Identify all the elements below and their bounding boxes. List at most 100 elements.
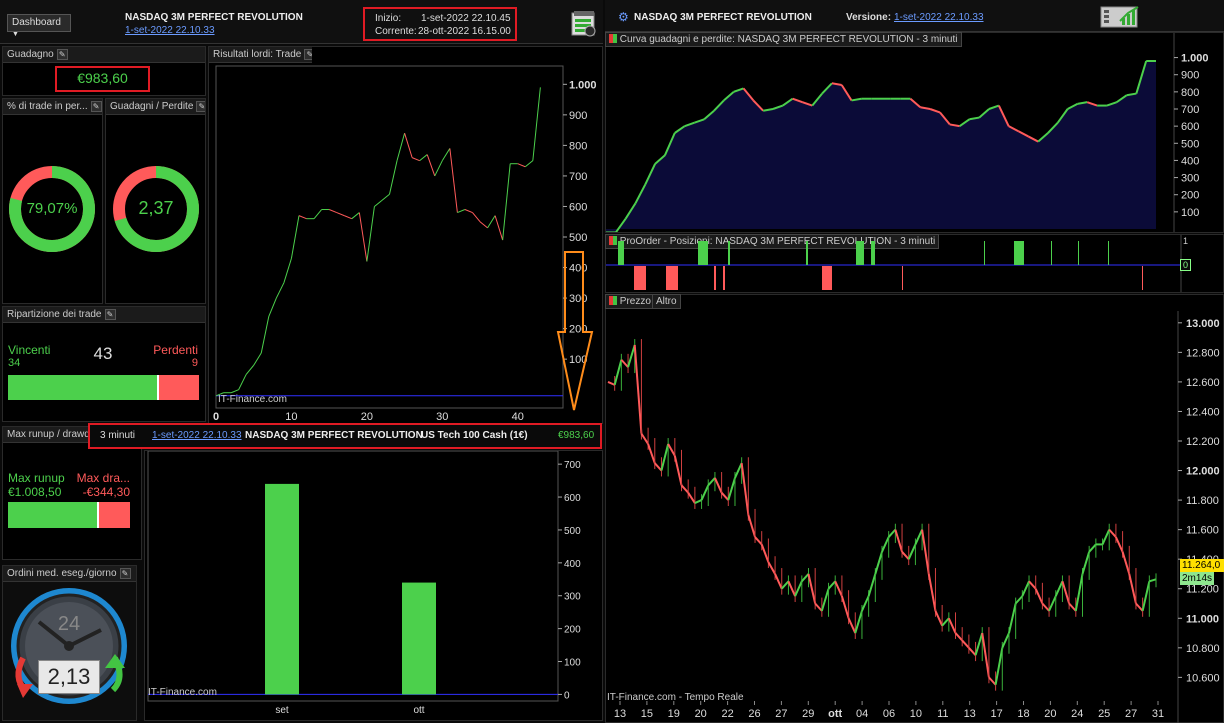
wrench-icon[interactable]: ✎ <box>104 309 116 320</box>
version-link[interactable]: 1-set-2022 22.10.33 <box>894 12 984 23</box>
monthly-plot-area <box>147 451 559 702</box>
price-segment <box>1081 551 1091 575</box>
y-tick-label: 500 <box>1181 138 1199 150</box>
y-tick-label: 0 <box>564 690 570 701</box>
price-segment <box>887 528 897 538</box>
price-segment <box>968 647 977 656</box>
info-instrument: US Tech 100 Cash (1€) <box>421 430 528 441</box>
y-tick-label: 11.200 <box>1186 584 1219 596</box>
y-tick-label: 12.000 <box>1186 466 1220 478</box>
pct-trades-value: 79,07% <box>26 200 78 217</box>
wrench-icon[interactable]: ✎ <box>56 49 68 60</box>
price-segment <box>620 359 629 368</box>
long-position <box>1051 241 1052 265</box>
x-tick-label: 29 <box>802 708 814 720</box>
loss-label: Perdenti <box>153 343 198 357</box>
drawdown-label: Max dra... <box>76 471 130 485</box>
price-segment <box>807 573 817 604</box>
info-timeframe: 3 minuti <box>100 430 136 441</box>
price-segment <box>633 344 643 434</box>
long-position <box>856 241 864 265</box>
runup-title: Max runup / drawdo <box>7 429 96 440</box>
price-segment <box>647 443 656 464</box>
price-segment <box>1008 603 1017 634</box>
stats-icon[interactable] <box>1100 5 1142 29</box>
long-position <box>806 241 808 265</box>
series-color-icon <box>609 296 617 305</box>
info-date-link[interactable]: 1-set-2022 22.10.33 <box>152 430 242 441</box>
gear-icon[interactable]: ⚙ <box>618 10 629 24</box>
price-segment <box>1121 551 1131 575</box>
loss-count: 9 <box>191 357 198 369</box>
price-segment <box>1041 602 1050 612</box>
wrench-icon[interactable]: ✎ <box>304 49 312 60</box>
runup-label: Max runup <box>8 471 65 485</box>
price-watermark: IT-Finance.com - Tempo Reale <box>607 692 744 703</box>
y-tick-label: 1.000 <box>1181 53 1209 65</box>
strategy-title: NASDAQ 3M PERFECT REVOLUTION <box>125 12 303 23</box>
report-icon[interactable] <box>571 10 597 38</box>
wrench-icon[interactable]: ✎ <box>119 568 131 579</box>
wrench-icon[interactable]: ✎ <box>196 101 205 112</box>
price-segment <box>667 443 676 457</box>
price-segment <box>787 580 797 597</box>
price-segment <box>801 573 810 583</box>
price-segment <box>840 595 850 619</box>
price-segment <box>734 462 743 479</box>
orders-title: Ordini med. eseg./giorno <box>7 568 117 579</box>
other-tab[interactable]: Altro <box>652 294 681 309</box>
price-segment <box>747 514 756 538</box>
total-trades: 43 <box>93 344 113 363</box>
price-segment <box>1068 602 1077 612</box>
short-position <box>634 266 646 290</box>
gain-loss-value: 2,37 <box>138 198 174 218</box>
price-segment <box>941 617 950 627</box>
y-tick-label: 900 <box>1181 70 1199 82</box>
start-label: Inizio: <box>375 13 402 24</box>
wrench-icon[interactable]: ✎ <box>90 101 102 112</box>
price-segment <box>794 580 803 597</box>
runup-value: €1.008,50 <box>8 485 62 499</box>
price-segment <box>774 573 783 590</box>
y-tick-label: 12.600 <box>1186 377 1220 389</box>
orders-dial-label: 24 <box>57 613 81 635</box>
x-tick-label: 40 <box>512 411 524 423</box>
x-tick-label: 20 <box>1044 708 1056 720</box>
price-segment <box>901 551 910 560</box>
y-tick-label: 10.600 <box>1186 672 1220 684</box>
split-bar <box>8 375 199 400</box>
price-segment <box>820 588 830 612</box>
price-segment <box>1149 578 1157 583</box>
x-tick-label: 06 <box>883 708 895 720</box>
runup-bar-fill <box>8 502 99 528</box>
y-tick-label: 700 <box>569 171 587 183</box>
dashboard-dropdown[interactable]: Dashboard ▼ <box>7 14 71 38</box>
y-tick-label: 12.800 <box>1186 347 1220 359</box>
price-tab[interactable]: Prezzo <box>605 294 655 309</box>
short-position <box>714 266 716 290</box>
price-segment <box>874 551 883 575</box>
info-strategy-name: NASDAQ 3M PERFECT REVOLUTION <box>245 430 423 441</box>
y-tick-label: 100 <box>564 658 581 669</box>
price-segment <box>907 543 917 560</box>
y-tick-label: 800 <box>569 140 587 152</box>
price-segment <box>854 610 863 634</box>
positions-chart <box>606 235 1182 292</box>
x-tick-label: ott <box>413 705 424 716</box>
y-tick-label: 300 <box>1181 173 1199 185</box>
x-tick-label: 11 <box>937 708 948 720</box>
price-segment <box>694 499 702 504</box>
y-tick-label: 200 <box>1181 190 1199 202</box>
price-segment <box>921 529 930 575</box>
split-bar-win-fill <box>8 375 160 400</box>
price-segment <box>861 595 870 612</box>
y-tick-label: 11.800 <box>1186 495 1219 507</box>
gain-value: €983,60 <box>77 70 128 86</box>
long-position <box>1014 241 1024 265</box>
price-segment <box>781 580 790 590</box>
y-tick-label: 800 <box>1181 87 1199 99</box>
start-value: 1-set-2022 22.10.45 <box>421 13 511 24</box>
x-tick-label: 17 <box>990 708 1002 720</box>
strategy-date-link[interactable]: 1-set-2022 22.10.33 <box>125 25 215 36</box>
monthly-bar-chart: set ott 0 100 200 300 400 500 600 700 <box>147 451 581 716</box>
